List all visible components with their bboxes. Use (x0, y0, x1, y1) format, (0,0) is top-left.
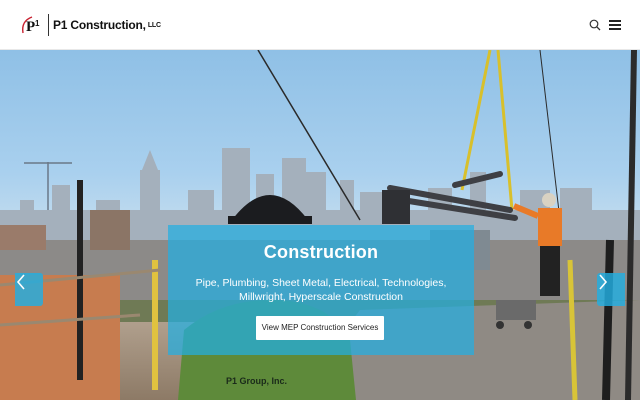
hero-slider: P1 Group, Inc. Construction Pipe, Plumbi… (0, 50, 640, 400)
svg-text:P: P (26, 19, 35, 35)
search-icon[interactable] (586, 16, 604, 34)
logo-divider (48, 14, 49, 36)
chevron-left-icon (16, 274, 25, 290)
svg-text:1: 1 (35, 19, 40, 28)
site-header: P 1 P1 Construction, LLC (0, 0, 640, 50)
brand-suffix: LLC (147, 21, 161, 29)
hamburger-menu-icon[interactable] (606, 16, 624, 34)
company-logo[interactable]: P 1 P1 Construction, LLC (20, 13, 161, 37)
slider-prev-button[interactable] (15, 273, 43, 306)
hero-caption-panel: Construction Pipe, Plumbing, Sheet Metal… (168, 225, 474, 355)
brand-name: P1 Construction, (53, 18, 146, 32)
chevron-right-icon (599, 274, 608, 290)
hero-title: Construction (263, 242, 379, 262)
view-services-button[interactable]: View MEP Construction Services (256, 316, 384, 340)
shirt-logo-text: P1 Group, Inc. (226, 376, 288, 386)
p1-logo-mark-icon: P 1 (20, 13, 46, 37)
hero-subtitle: Pipe, Plumbing, Sheet Metal, Electrical,… (195, 277, 447, 303)
slider-next-button[interactable] (597, 273, 625, 306)
